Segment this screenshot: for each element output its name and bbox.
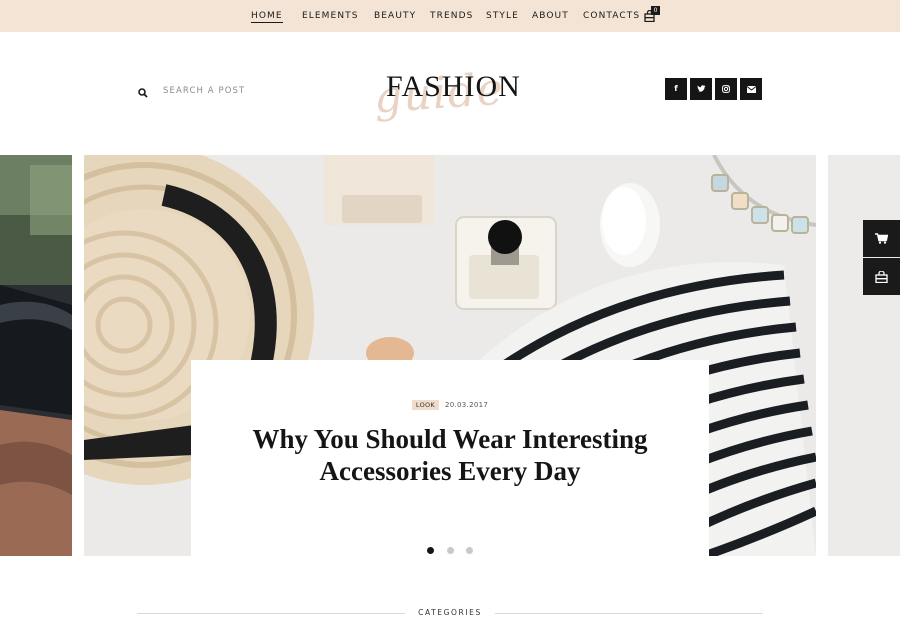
- facebook-icon: f: [674, 84, 678, 93]
- logo-main-text: FASHION: [386, 70, 521, 103]
- store-icon: [875, 270, 888, 283]
- instagram-button[interactable]: [715, 78, 737, 100]
- instagram-icon: [722, 85, 730, 93]
- slider-dot-3[interactable]: [466, 547, 473, 554]
- slider-pagination: [425, 547, 485, 555]
- post-title[interactable]: Why You Should Wear Interesting Accessor…: [251, 424, 649, 487]
- previous-slide-photo: [0, 155, 72, 556]
- side-store-button[interactable]: [863, 258, 900, 295]
- nav-item-style[interactable]: STYLE: [486, 11, 519, 21]
- facebook-button[interactable]: f: [665, 78, 687, 100]
- post-date: 20.03.2017: [445, 401, 489, 409]
- nav-item-home[interactable]: HOME: [251, 11, 283, 23]
- nav-item-contacts[interactable]: CONTACTS: [583, 11, 640, 21]
- next-slide[interactable]: [828, 155, 900, 556]
- site-logo[interactable]: guide FASHION: [368, 64, 528, 140]
- twitter-icon: [697, 85, 706, 92]
- nav-item-elements[interactable]: ELEMENTS: [302, 11, 359, 21]
- nav-item-about[interactable]: ABOUT: [532, 11, 569, 21]
- cart-icon: [875, 233, 888, 244]
- twitter-button[interactable]: [690, 78, 712, 100]
- slider-dot-2[interactable]: [447, 547, 454, 554]
- email-icon: [746, 85, 756, 93]
- side-cart-button[interactable]: [863, 220, 900, 257]
- shopping-bag-button[interactable]: 0: [644, 6, 662, 25]
- categories-divider-left: [137, 613, 405, 614]
- nav-item-beauty[interactable]: BEAUTY: [374, 11, 416, 21]
- nav-item-trends[interactable]: TRENDS: [430, 11, 473, 21]
- search-icon[interactable]: [138, 85, 148, 98]
- post-category-tag[interactable]: LOOK: [411, 400, 439, 410]
- featured-post-card: LOOK 20.03.2017 Why You Should Wear Inter…: [191, 360, 709, 556]
- top-navigation-bar: HOME ELEMENTS BEAUTY TRENDS STYLE ABOUT …: [0, 0, 900, 32]
- slider-dot-1[interactable]: [427, 547, 434, 554]
- cart-count-badge: 0: [651, 6, 660, 15]
- categories-divider-right: [495, 613, 763, 614]
- post-meta: LOOK 20.03.2017: [191, 400, 709, 410]
- previous-slide[interactable]: [0, 155, 72, 556]
- email-button[interactable]: [740, 78, 762, 100]
- search-input[interactable]: [163, 82, 313, 100]
- main-menu: HOME ELEMENTS BEAUTY TRENDS STYLE ABOUT …: [0, 0, 900, 32]
